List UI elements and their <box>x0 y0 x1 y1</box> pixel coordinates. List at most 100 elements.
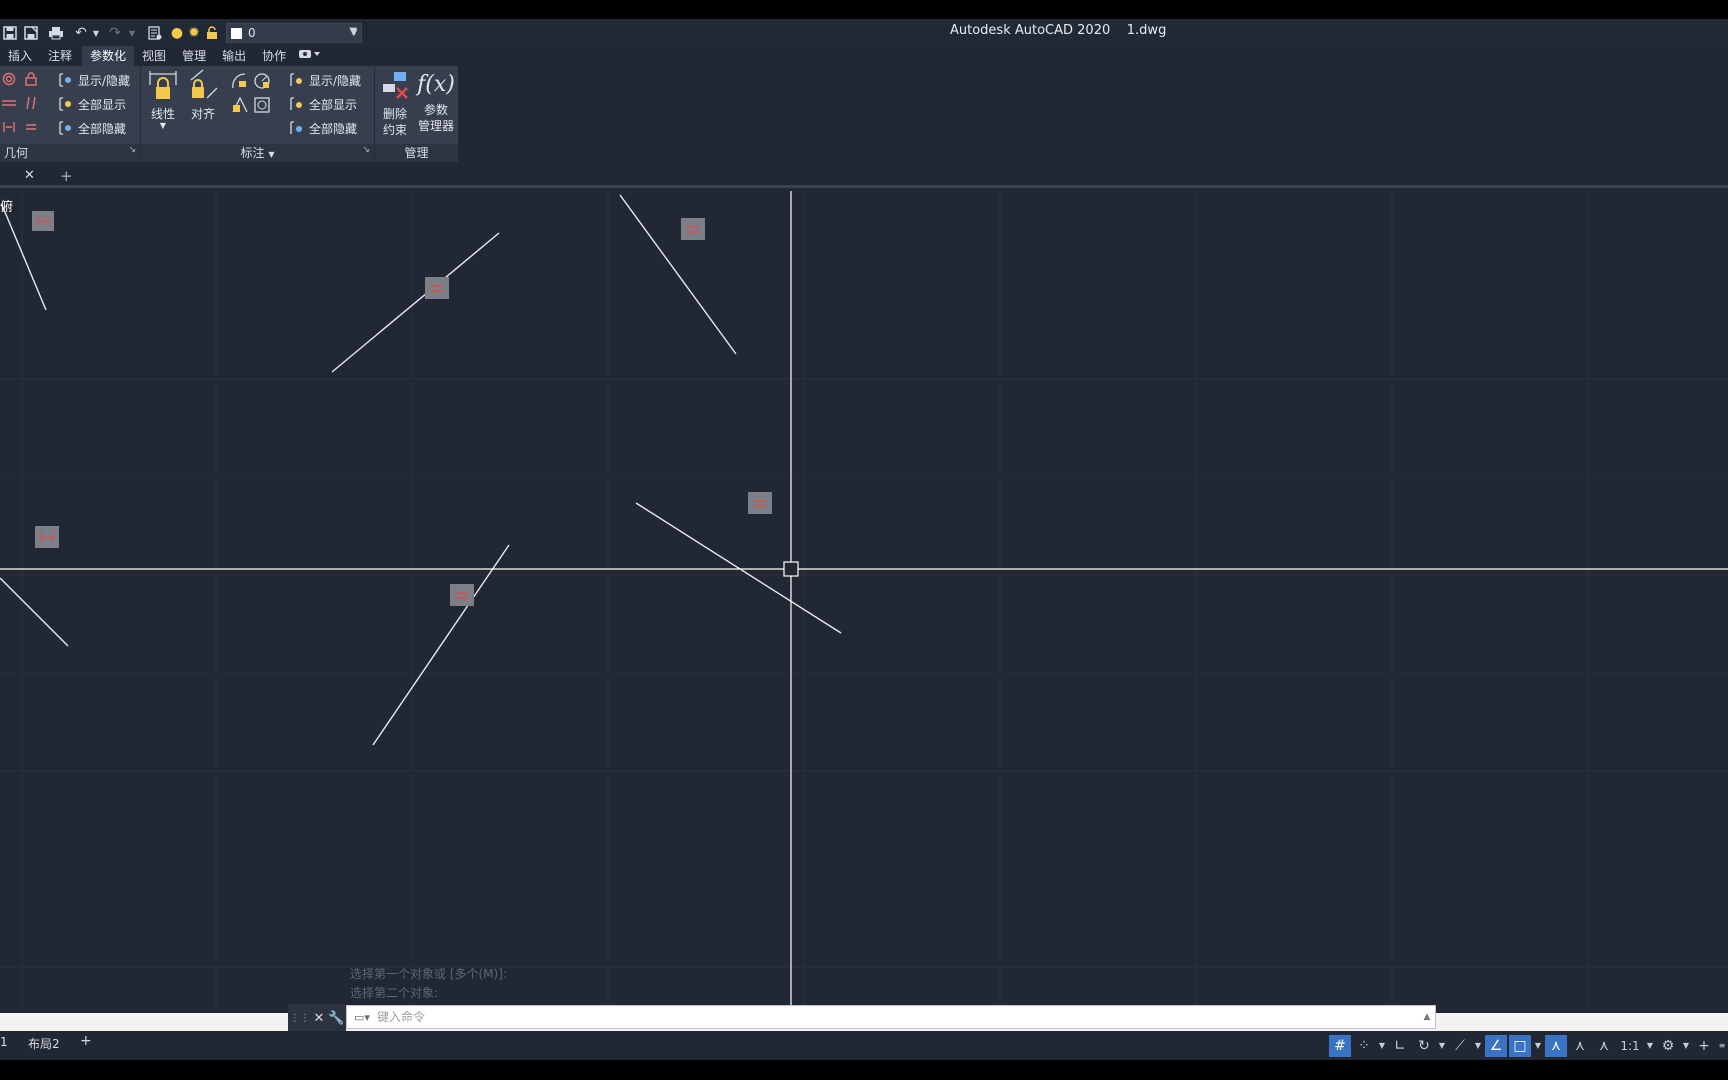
tab-annotate[interactable]: 注释 <box>40 46 80 66</box>
dimensional-show-all-button[interactable]: 全部显示 <box>289 94 357 114</box>
panel-expand-icon[interactable]: ↘ <box>362 141 370 159</box>
parallel-constraint-badge[interactable] <box>35 526 59 548</box>
tab-collaborate[interactable]: 协作 <box>254 46 294 66</box>
ortho-mode-icon[interactable]: ∟ <box>1389 1035 1411 1057</box>
polar-tracking-icon[interactable]: ↻ <box>1413 1035 1435 1057</box>
geometric-hide-all-button[interactable]: 全部隐藏 <box>58 118 126 138</box>
annotation-visibility-icon[interactable]: ⋏ <box>1545 1034 1567 1057</box>
sun-icon[interactable]: ✹ <box>186 23 202 43</box>
panel-manage-title[interactable]: 管理 <box>375 144 458 162</box>
geometric-show-hide-button[interactable]: 显示/隐藏 <box>58 70 130 90</box>
chevron-down-icon[interactable]: ▼ <box>1681 1035 1691 1057</box>
aligned-dimension-button[interactable]: 对齐 <box>185 68 221 122</box>
equal-constraint-icon[interactable] <box>24 120 40 136</box>
close-icon[interactable]: ✕ <box>24 168 35 183</box>
save-icon[interactable] <box>1 23 19 43</box>
horizontal-constraint-icon[interactable] <box>2 96 18 112</box>
chevron-up-icon[interactable]: ▲ <box>1419 1012 1435 1022</box>
linear-dropdown-icon[interactable]: ▼ <box>145 122 181 130</box>
equal-constraint-badge[interactable] <box>450 584 474 606</box>
object-snap-tracking-icon[interactable]: ∠ <box>1485 1034 1507 1057</box>
annotation-scale-icon[interactable]: ⋏ <box>1593 1035 1615 1057</box>
scale-value[interactable]: 1:1 <box>1617 1035 1643 1057</box>
linear-dimension-button[interactable]: 线性 ▼ <box>145 68 181 130</box>
parallel-constraint-icon[interactable] <box>24 96 40 112</box>
plus-icon[interactable]: + <box>1693 1035 1715 1057</box>
isodraft-icon[interactable]: ⟋ <box>1449 1035 1471 1057</box>
drag-handle-icon[interactable]: ⋮⋮ <box>290 1013 310 1024</box>
gear-icon[interactable]: ⚙ <box>1657 1035 1679 1057</box>
grid-display-icon[interactable]: # <box>1329 1034 1351 1057</box>
panel-dimensional-title[interactable]: 标注 ▼ ↘ <box>141 144 374 162</box>
panel-expand-icon[interactable]: ↘ <box>128 141 136 159</box>
concentric-constraint-icon[interactable] <box>2 72 18 88</box>
chevron-down-icon[interactable]: ▼ <box>1437 1035 1447 1057</box>
add-layout-plus-icon[interactable]: + <box>80 1033 92 1049</box>
delete-constraints-icon <box>383 72 408 99</box>
viewport-controls-label[interactable]: 俯 <box>0 196 13 215</box>
tab-output[interactable]: 输出 <box>214 46 254 66</box>
tab-manage[interactable]: 管理 <box>174 46 214 66</box>
dimensional-show-all-label: 全部显示 <box>309 97 358 112</box>
fix-constraint-icon[interactable] <box>24 72 40 88</box>
line-6[interactable] <box>635 502 842 634</box>
radius-dimension-icon[interactable] <box>253 72 271 90</box>
undo-icon[interactable]: ↶ <box>72 23 90 43</box>
plot-icon[interactable] <box>46 23 66 43</box>
convert-dimension-icon[interactable] <box>253 96 271 114</box>
object-snap-icon[interactable]: □ <box>1509 1034 1531 1057</box>
delete-constraints-button[interactable]: 删除 约束 <box>375 68 415 138</box>
command-line-grip[interactable]: ⋮⋮ ✕ 🔧 <box>288 1004 346 1032</box>
equal-constraint-badge[interactable] <box>748 492 772 514</box>
new-tab-plus-icon[interactable]: + <box>60 167 73 185</box>
dimensional-hide-all-button[interactable]: 全部隐藏 <box>289 118 357 138</box>
symmetric-constraint-icon[interactable] <box>2 120 18 136</box>
drawing-canvas[interactable]: 俯 <box>0 191 1728 1009</box>
chevron-down-icon[interactable]: ▼ <box>1533 1035 1543 1057</box>
document-tab-bar: ✕ + <box>0 166 1728 188</box>
line-3[interactable] <box>619 194 737 355</box>
diameter-dimension-icon[interactable] <box>231 96 249 114</box>
panel-geometric-title[interactable]: 几何 ↘ <box>0 144 140 162</box>
command-line: ▭▾ ▲ <box>346 1005 1436 1029</box>
parallel-constraint-badge[interactable] <box>32 211 54 231</box>
line-4[interactable] <box>0 577 69 647</box>
parameters-manager-label-2: 管理器 <box>417 119 454 133</box>
ribbon-options-icon[interactable] <box>294 46 324 66</box>
panel-geometric-title-label: 几何 <box>4 146 29 160</box>
lightbulb-icon[interactable]: ● <box>170 23 184 43</box>
chevron-down-icon[interactable]: ▼ <box>1645 1035 1655 1057</box>
drawn-lines <box>0 194 842 746</box>
command-input[interactable] <box>377 1010 1419 1024</box>
redo-dropdown-icon: ▼ <box>128 28 136 38</box>
dimensional-show-hide-label: 显示/隐藏 <box>309 73 362 88</box>
equal-constraint-badge[interactable] <box>681 218 705 240</box>
geometric-show-all-button[interactable]: 全部显示 <box>58 94 126 114</box>
command-prompt-icon[interactable]: ▭▾ <box>347 1011 377 1024</box>
tab-layout2[interactable]: 布局2 <box>28 1035 60 1052</box>
customize-icon[interactable]: ≡ <box>1717 1035 1727 1057</box>
auto-scale-icon[interactable]: ⋏ <box>1569 1035 1591 1057</box>
tab-view[interactable]: 视图 <box>134 46 174 66</box>
line-2[interactable] <box>331 232 500 373</box>
dimensional-show-hide-button[interactable]: 显示/隐藏 <box>289 70 361 90</box>
tab-layout1[interactable]: 1 <box>0 1035 8 1049</box>
ribbon: 显示/隐藏 全部显示 全部隐藏 几何 ↘ 线性 ▼ 对齐 显示/隐藏 全部显示 … <box>0 66 458 162</box>
layer-properties-icon[interactable] <box>146 23 164 43</box>
tab-insert[interactable]: 插入 <box>0 46 40 66</box>
save-as-icon[interactable] <box>22 23 40 43</box>
lock-icon[interactable] <box>204 23 220 43</box>
angular-dimension-icon[interactable] <box>231 72 249 90</box>
undo-dropdown-icon[interactable]: ▼ <box>92 23 100 43</box>
customize-qa-icon[interactable]: ▼ <box>348 23 360 43</box>
close-icon[interactable]: ✕ <box>313 1011 324 1026</box>
wrench-icon[interactable]: 🔧 <box>328 1011 344 1026</box>
crosshair-cursor <box>0 191 1728 1009</box>
equal-constraint-badge[interactable] <box>425 277 449 299</box>
layer-dropdown[interactable]: 0 ▼ <box>226 23 362 43</box>
tab-parametric[interactable]: 参数化 <box>82 46 135 66</box>
snap-mode-icon[interactable]: ⁘ <box>1353 1035 1375 1057</box>
chevron-down-icon[interactable]: ▼ <box>1473 1035 1483 1057</box>
chevron-down-icon[interactable]: ▼ <box>1377 1035 1387 1057</box>
parameters-manager-button[interactable]: f(x) 参数 管理器 <box>415 68 457 134</box>
